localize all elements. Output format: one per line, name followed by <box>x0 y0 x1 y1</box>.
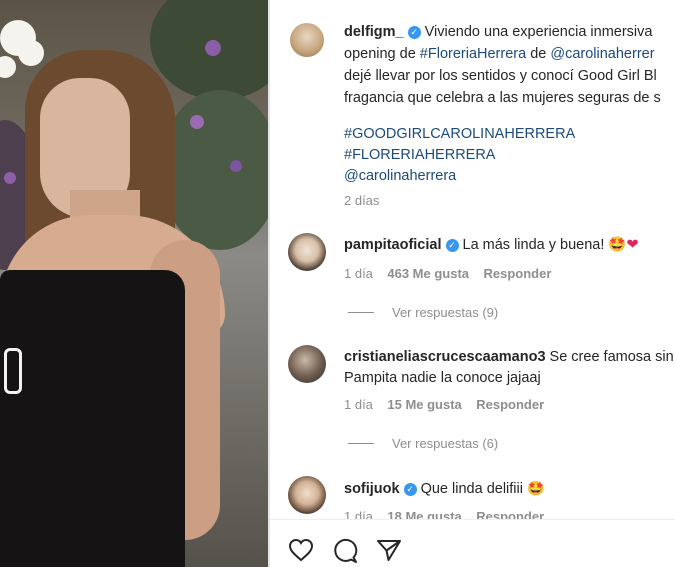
mention-link[interactable]: @carolinaherrer <box>550 46 654 62</box>
likes-count[interactable]: 15 Me gusta <box>387 397 461 412</box>
verified-icon: ✓ <box>445 239 459 252</box>
share-icon[interactable] <box>376 538 402 567</box>
caption-line-2: opening de #FloreriaHerrera de @carolina… <box>344 46 655 62</box>
post-photo <box>0 0 268 567</box>
comment-row: pampitaoficial ✓ La más linda y buena! 🤩❤ <box>344 237 639 253</box>
post-age: 2 días <box>344 193 380 208</box>
comment-username[interactable]: cristianeliascrucescaamano3 <box>344 349 546 365</box>
comment-meta: 1 día 15 Me gusta Responder <box>344 397 545 412</box>
verified-icon: ✓ <box>403 483 417 496</box>
caption-line-4: fragancia que celebra a las mujeres segu… <box>344 90 661 106</box>
post-panel: delfigm_ ✓ Viviendo una experiencia inmers… <box>270 0 675 567</box>
emoji-icon: 🤩❤ <box>608 237 639 253</box>
hashtag-link[interactable]: #FloreriaHerrera <box>420 46 526 62</box>
likes-count[interactable]: 463 Me gusta <box>387 266 469 281</box>
verified-icon: ✓ <box>407 26 421 39</box>
comment-username[interactable]: sofijuok <box>344 481 400 497</box>
author-avatar[interactable] <box>290 23 324 57</box>
view-replies-button[interactable]: Ver respuestas (6) <box>348 436 498 451</box>
mention-carolinaherrera[interactable]: @carolinaherrera <box>344 166 456 186</box>
comment-text-line2: Pampita nadie la conoce jajaaj <box>344 370 541 386</box>
view-replies-button[interactable]: Ver respuestas (9) <box>348 305 498 320</box>
comment-username[interactable]: pampitaoficial <box>344 237 442 253</box>
caption-line-3: dejé llevar por los sentidos y conocí Go… <box>344 68 657 84</box>
reply-button[interactable]: Responder <box>483 266 551 281</box>
emoji-icon: 🤩 <box>527 481 545 497</box>
reply-button[interactable]: Responder <box>476 397 544 412</box>
comment-avatar[interactable] <box>288 345 326 383</box>
comment-row: sofijuok ✓ Que linda delifiii 🤩 <box>344 481 545 497</box>
comment-icon[interactable] <box>332 538 358 567</box>
hashtag-goodgirl[interactable]: #GOODGIRLCAROLINAHERRERA <box>344 124 575 144</box>
comment-meta: 1 día 463 Me gusta Responder <box>344 266 552 281</box>
caption-line-1: delfigm_ ✓ Viviendo una experiencia inmers… <box>344 24 653 40</box>
hashtag-floreria[interactable]: #FLORERIAHERRERA <box>344 145 495 165</box>
comment-avatar[interactable] <box>288 233 326 271</box>
comment-row: cristianeliascrucescaamano3 Se cree famo… <box>344 349 674 365</box>
action-bar <box>270 519 675 567</box>
like-icon[interactable] <box>288 538 314 567</box>
comment-avatar[interactable] <box>288 476 326 514</box>
author-username[interactable]: delfigm_ <box>344 24 404 40</box>
